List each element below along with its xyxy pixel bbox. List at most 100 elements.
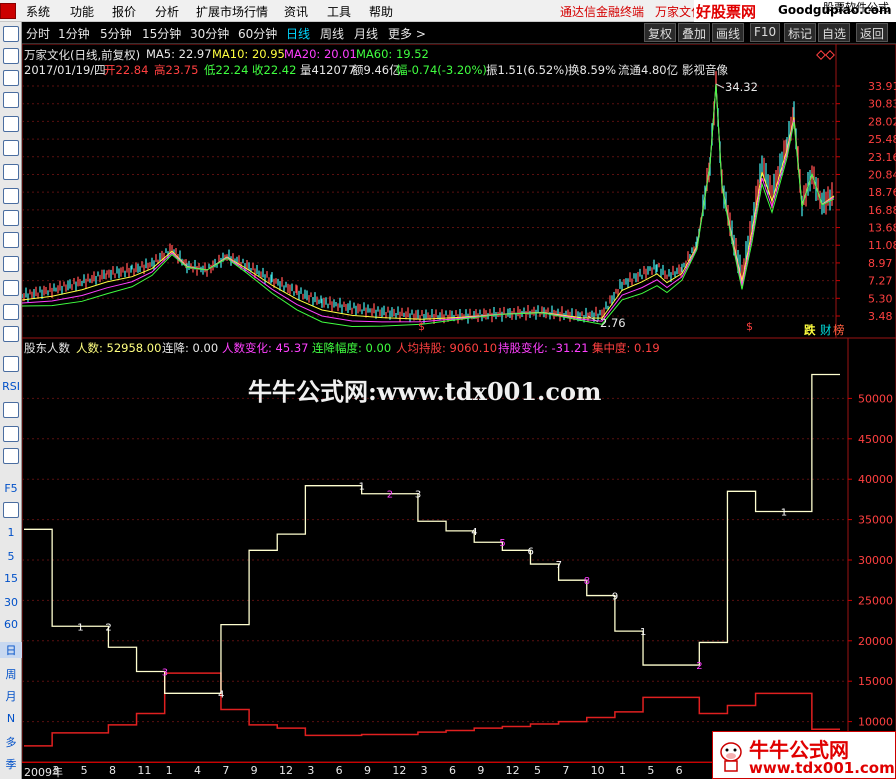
price-tick-label: 23.16 [868, 151, 896, 164]
period-5-label[interactable]: 5 [0, 550, 22, 563]
left-toolbar: RSI F5 1 5 15 30 60 日 周 月 N 多 季 [0, 22, 22, 779]
indicator-drop-amplitude: 连降幅度: 0.00 [312, 341, 392, 355]
indicator-consecutive-drop: 连降: 0.00 [162, 341, 219, 355]
menu-tools[interactable]: 工具 [327, 3, 351, 20]
bar-date: 2017/01/19/四 [24, 63, 106, 77]
period-toolbar: 分时 1分钟 5分钟 15分钟 30分钟 60分钟 日线 周线 月线 更多 > … [22, 22, 896, 44]
draw-line-button[interactable]: 画线 [712, 23, 745, 42]
refresh-icon[interactable] [3, 502, 19, 518]
f12-icon[interactable] [3, 280, 19, 296]
time-axis-label: 1 [619, 764, 626, 777]
indicator-tick-label: 45000 [858, 433, 893, 446]
indicator-tick-label: 40000 [858, 473, 893, 486]
period-more[interactable]: 更多 > [388, 25, 426, 42]
grid-icon[interactable] [3, 116, 19, 132]
info-icon[interactable] [3, 188, 19, 204]
circle-icon[interactable] [3, 326, 19, 342]
arrow-up-icon[interactable] [3, 48, 19, 64]
ma60-label: MA60: 19.52 [356, 47, 429, 61]
menu-system[interactable]: 系统 [26, 3, 50, 20]
period-30min[interactable]: 30分钟 [190, 25, 229, 42]
f10-button[interactable]: F10 [750, 23, 781, 42]
indicator-tick-label: 10000 [858, 716, 893, 729]
period-daily[interactable]: 日线 [286, 25, 310, 42]
bar-concept: 影视音像 [682, 63, 728, 77]
period-30-label[interactable]: 30 [0, 596, 22, 609]
period-1-label[interactable]: 1 [0, 526, 22, 539]
f10-icon[interactable] [3, 210, 19, 226]
kline-icon[interactable] [3, 164, 19, 180]
dollar-icon[interactable] [3, 402, 19, 418]
step-counter-label: 3 [415, 490, 421, 501]
period-multi-label[interactable]: 多 [0, 734, 22, 750]
period-15-label[interactable]: 15 [0, 572, 22, 585]
price-tick-label: 11.08 [868, 239, 896, 252]
period-week-label[interactable]: 周 [0, 666, 22, 682]
quote-table-icon[interactable] [3, 92, 19, 108]
bar-amplitude: 振1.51(6.52%) [486, 63, 569, 77]
right-text: 股票软件公式 [823, 1, 889, 14]
step-counter-label: 1 [359, 482, 365, 493]
menu-quote[interactable]: 报价 [112, 3, 136, 20]
badge-finance[interactable]: 财 [820, 322, 832, 338]
period-weekly[interactable]: 周线 [320, 25, 344, 42]
period-1min[interactable]: 1分钟 [58, 25, 90, 42]
news-icon[interactable] [3, 232, 19, 248]
period-60-label[interactable]: 60 [0, 618, 22, 631]
period-monthly[interactable]: 月线 [354, 25, 378, 42]
indicator-tick-label: 20000 [858, 635, 893, 648]
price-tick-label: 28.02 [868, 115, 896, 128]
time-axis-label: 3 [52, 764, 60, 777]
menu-extended-market[interactable]: 扩展市场行情 [196, 3, 268, 20]
time-axis-label: 6 [449, 764, 456, 777]
price-tick-label: 33.91 [868, 80, 896, 93]
price-tick-label: 7.27 [868, 275, 893, 288]
menu-help[interactable]: 帮助 [369, 3, 393, 20]
step-counter-label: 2 [105, 622, 111, 633]
wave-icon[interactable] [3, 356, 19, 372]
badge-drop[interactable]: 跌 [804, 322, 816, 338]
restore-rights-button[interactable]: 复权 [644, 23, 677, 42]
period-60min[interactable]: 60分钟 [238, 25, 277, 42]
period-n-label[interactable]: N [0, 712, 22, 725]
period-quarter-label[interactable]: 季 [0, 756, 22, 772]
badge-rank[interactable]: 榜 [833, 322, 845, 338]
indicator-hold-change: 持股变化: -31.21 [498, 341, 589, 355]
bar-low: 低22.24 [204, 63, 249, 77]
step-counter-label: 9 [612, 592, 618, 603]
time-axis-label: 9 [477, 764, 485, 777]
menu-news[interactable]: 资讯 [284, 3, 308, 20]
step-counter-label: 6 [527, 546, 533, 557]
promo-terminal[interactable]: 通达信金融终端 [560, 3, 644, 20]
overlay-button[interactable]: 叠加 [678, 23, 711, 42]
price-tick-label: 20.84 [868, 168, 896, 181]
bar-turnover: 换8.59% [568, 63, 617, 77]
f5-label[interactable]: F5 [0, 482, 22, 495]
report-icon[interactable] [3, 256, 19, 272]
period-day-label[interactable]: 日 [0, 642, 22, 658]
period-month-label[interactable]: 月 [0, 688, 22, 704]
watermark-corner-en: www.tdx001.com [749, 759, 895, 777]
bar-close: 收22.42 [252, 63, 297, 77]
period-15min[interactable]: 15分钟 [142, 25, 181, 42]
arrow-left-icon[interactable] [3, 26, 19, 42]
line-chart-icon[interactable] [3, 140, 19, 156]
watchlist-button[interactable]: 自选 [818, 23, 851, 42]
price-tick-label: 3.48 [868, 310, 893, 323]
time-axis-label: 3 [420, 764, 428, 777]
rsi-label[interactable]: RSI [0, 380, 22, 393]
ma10-label: MA10: 20.95 [212, 47, 285, 61]
period-intraday[interactable]: 分时 [26, 25, 50, 42]
arrow-down-icon[interactable] [3, 70, 19, 86]
menu-analysis[interactable]: 分析 [155, 3, 179, 20]
pencil-icon[interactable] [3, 448, 19, 464]
blank-icon[interactable] [3, 304, 19, 320]
time-axis-label: 5 [80, 764, 88, 777]
step-counter-label: 1 [640, 627, 646, 638]
period-5min[interactable]: 5分钟 [100, 25, 132, 42]
event-marker: $ [746, 320, 753, 333]
mark-button[interactable]: 标记 [784, 23, 817, 42]
menu-function[interactable]: 功能 [70, 3, 94, 20]
back-button[interactable]: 返回 [856, 23, 889, 42]
move-icon[interactable] [3, 426, 19, 442]
